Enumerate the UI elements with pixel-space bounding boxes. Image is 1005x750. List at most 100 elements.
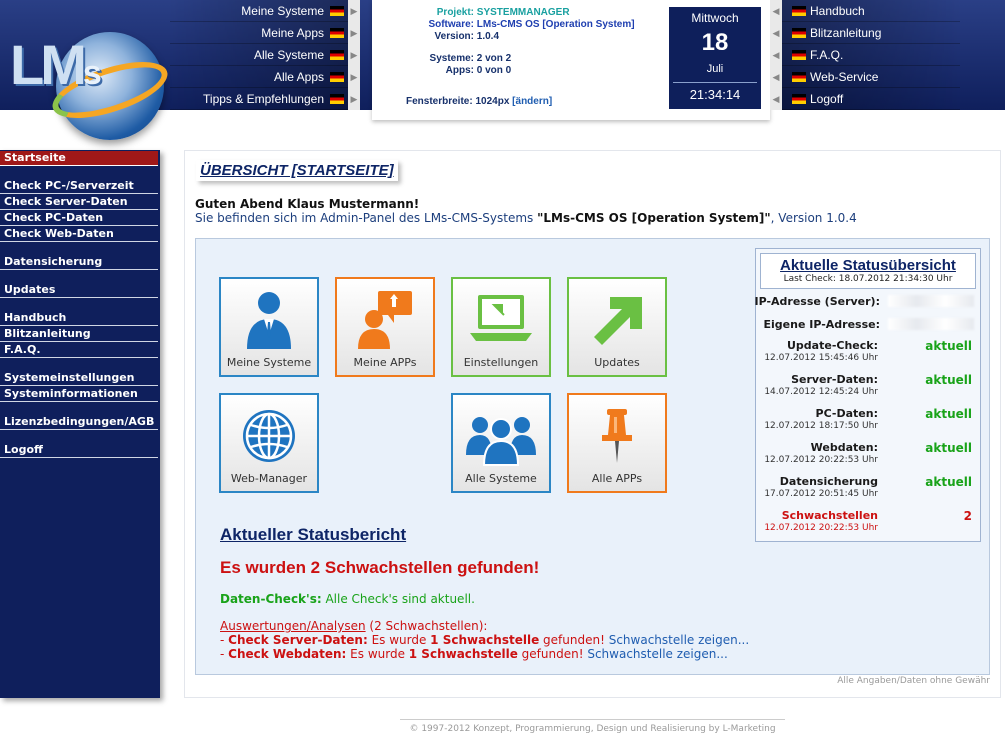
show-weakness-link[interactable]: Schwachstelle zeigen...	[609, 633, 749, 647]
german-flag-icon	[792, 28, 806, 38]
disclaimer-text: Alle Angaben/Daten ohne Gewähr	[837, 676, 990, 686]
month: Juli	[706, 63, 724, 75]
sidebar-item-lizenzbedingungen[interactable]: Lizenzbedingungen/AGB	[0, 415, 158, 430]
tile-label: Einstellungen	[463, 356, 539, 369]
report-alert: Es wurden 2 Schwachstellen gefunden!	[220, 558, 540, 577]
tile-label: Updates	[594, 356, 640, 369]
lms-logo[interactable]: LMs	[8, 18, 174, 140]
analysis-header: Auswertungen/Analysen (2 Schwachstellen)…	[220, 619, 749, 633]
presenter-icon	[358, 291, 412, 349]
status-label: Webdaten:	[810, 441, 878, 454]
sidebar-item-blitzanleitung[interactable]: Blitzanleitung	[0, 327, 158, 342]
apps-label: Apps:	[445, 65, 474, 76]
status-value: aktuell	[925, 441, 972, 455]
tile-einstellungen[interactable]: Einstellungen	[451, 277, 551, 377]
user-icon	[247, 292, 291, 349]
tile-alle-systeme[interactable]: Alle Systeme	[451, 393, 551, 493]
fensterbreite-value: 1024px	[475, 96, 510, 107]
analysis-label[interactable]: Auswertungen/Analysen	[220, 619, 366, 633]
german-flag-icon	[330, 6, 344, 16]
nav-handbuch[interactable]: ◀ Handbuch	[770, 0, 960, 22]
sidebar-item-check-server-daten[interactable]: Check Server-Daten	[0, 195, 158, 210]
header-bar: LMs Meine Systeme ▶ Meine Apps ▶ Alle Syst…	[0, 0, 1005, 140]
sidebar-item-updates[interactable]: Updates	[0, 283, 158, 298]
change-width-link[interactable]: [ändern]	[512, 96, 552, 107]
laptop-icon	[470, 295, 532, 341]
projekt-value: SYSTEMMANAGER	[476, 7, 570, 18]
report-title: Aktueller Statusbericht	[220, 525, 407, 544]
footer-copyright: © 1997-2012 Konzept, Programmierung, Des…	[400, 719, 785, 734]
arrow-left-icon: ◀	[770, 44, 782, 66]
tile-meine-systeme[interactable]: Meine Systeme	[219, 277, 319, 377]
status-value: aktuell	[925, 373, 972, 387]
logo-text: LMs	[10, 33, 102, 96]
german-flag-icon	[330, 94, 344, 104]
nav-tipps[interactable]: Tipps & Empfehlungen ▶	[170, 88, 360, 110]
sidebar-item-faq[interactable]: F.A.Q.	[0, 343, 158, 358]
status-label: Server-Daten:	[791, 373, 878, 386]
day-number: 18	[701, 29, 729, 56]
top-nav-right: ◀ Handbuch ◀ Blitzanleitung ◀ F.A.Q. ◀ Web-S…	[770, 0, 960, 110]
version-label: Version:	[434, 31, 474, 42]
german-flag-icon	[792, 50, 806, 60]
tile-label: Web-Manager	[230, 472, 308, 485]
nav-alle-apps[interactable]: Alle Apps ▶	[170, 66, 360, 88]
tile-label: Meine Systeme	[226, 356, 312, 369]
nav-faq[interactable]: ◀ F.A.Q.	[770, 44, 960, 66]
analysis-block: Auswertungen/Analysen (2 Schwachstellen)…	[220, 619, 749, 661]
version-value: 1.0.4	[476, 31, 500, 42]
globe-icon	[243, 410, 295, 462]
show-weakness-link[interactable]: Schwachstelle zeigen...	[587, 647, 727, 661]
nav-meine-apps[interactable]: Meine Apps ▶	[170, 22, 360, 44]
status-header: Aktuelle Statusübersicht Last Check: 18.…	[760, 253, 976, 289]
sidebar-item-check-web-daten[interactable]: Check Web-Daten	[0, 227, 158, 242]
date-widget: Mittwoch 18 Juli 21:34:14	[669, 7, 761, 109]
status-overview-box: Aktuelle Statusübersicht Last Check: 18.…	[754, 248, 981, 542]
sidebar-item-systeminformationen[interactable]: Systeminformationen	[0, 387, 158, 402]
sidebar-item-systemeinstellungen[interactable]: Systemeinstellungen	[0, 371, 158, 386]
tile-label: Alle APPs	[591, 472, 643, 485]
nav-alle-systeme[interactable]: Alle Systeme ▶	[170, 44, 360, 66]
redacted-value	[888, 295, 974, 307]
arrow-right-icon: ▶	[348, 0, 360, 22]
nav-web-service[interactable]: ◀ Web-Service	[770, 66, 960, 88]
arrow-right-icon: ▶	[348, 88, 360, 110]
status-date: 14.07.2012 12:45:24 Uhr	[764, 387, 878, 397]
nav-logoff[interactable]: ◀ Logoff	[770, 88, 960, 110]
tile-alle-apps[interactable]: Alle APPs	[567, 393, 667, 493]
page-title: ÜBERSICHT [STARTSEITE]	[196, 160, 398, 181]
sidebar-item-logoff[interactable]: Logoff	[0, 443, 158, 458]
sidebar-item-handbuch[interactable]: Handbuch	[0, 311, 158, 326]
tile-web-manager[interactable]: Web-Manager	[219, 393, 319, 493]
redacted-value	[888, 318, 974, 330]
status-label: Update-Check:	[787, 339, 878, 352]
german-flag-icon	[792, 72, 806, 82]
last-check-text: Last Check: 18.07.2012 21:34:30 Uhr	[783, 274, 953, 284]
sidebar-item-check-pc-daten[interactable]: Check PC-Daten	[0, 211, 158, 226]
german-flag-icon	[792, 6, 806, 16]
arrow-up-right-icon	[594, 297, 642, 345]
system-name: "LMs-CMS OS [Operation System]"	[537, 211, 771, 225]
german-flag-icon	[330, 50, 344, 60]
nav-meine-systeme[interactable]: Meine Systeme ▶	[170, 0, 360, 22]
fensterbreite-label: Fensterbreite:	[406, 96, 473, 107]
arrow-right-icon: ▶	[348, 22, 360, 44]
tile-label: Alle Systeme	[465, 472, 537, 485]
arrow-left-icon: ◀	[770, 88, 782, 110]
weekday: Mittwoch	[691, 11, 739, 25]
status-label: PC-Daten:	[815, 407, 878, 420]
tile-label: Meine APPs	[353, 356, 417, 369]
arrow-left-icon: ◀	[770, 22, 782, 44]
sidebar-item-check-pc-serverzeit[interactable]: Check PC-/Serverzeit	[0, 179, 158, 194]
subtitle-text: Sie befinden sich im Admin-Panel des LMs…	[195, 211, 857, 225]
software-label: Software:	[428, 19, 474, 30]
status-date: 12.07.2012 20:22:53 Uhr	[764, 523, 878, 533]
sidebar-item-datensicherung[interactable]: Datensicherung	[0, 255, 158, 270]
tile-meine-apps[interactable]: Meine APPs	[335, 277, 435, 377]
status-date: 12.07.2012 18:17:50 Uhr	[764, 421, 878, 431]
tile-updates[interactable]: Updates	[567, 277, 667, 377]
sidebar-item-startseite[interactable]: Startseite	[0, 151, 158, 166]
apps-value: 0 von 0	[476, 65, 512, 76]
nav-blitzanleitung[interactable]: ◀ Blitzanleitung	[770, 22, 960, 44]
data-check-line: Daten-Check's: Alle Check's sind aktuell…	[220, 592, 475, 606]
